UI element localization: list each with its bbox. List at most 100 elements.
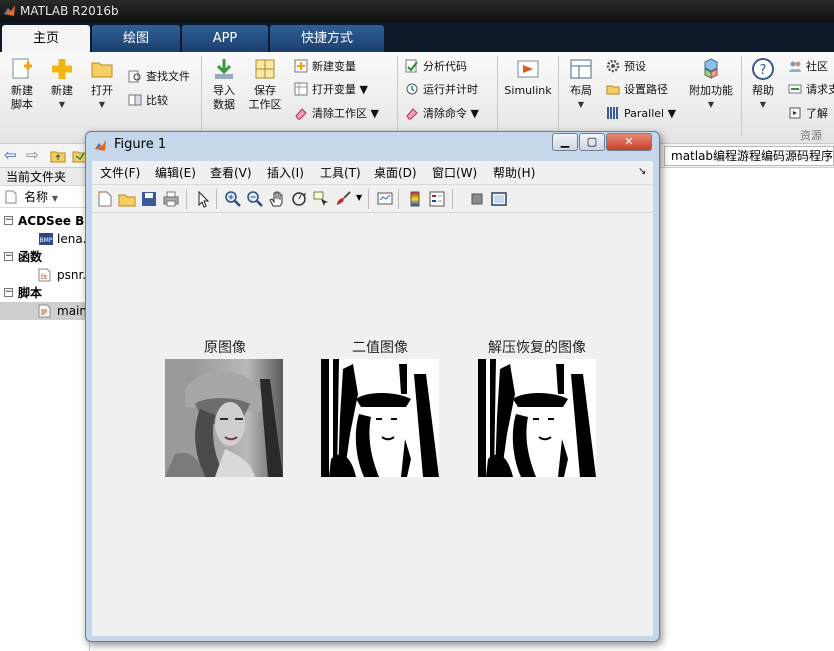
bmp-file-icon: BMP <box>39 233 53 245</box>
pan-hand-icon[interactable] <box>268 190 286 208</box>
tree-group-scripts[interactable]: − 脚本 <box>0 284 89 302</box>
zoom-in-icon[interactable] <box>224 190 242 208</box>
compare-icon <box>128 94 142 106</box>
maximize-icon: ▢ <box>586 135 598 148</box>
open-button[interactable]: 打开 ▼ <box>84 56 120 112</box>
tree-group-bmp[interactable]: − ACDSee BMP <box>0 212 105 230</box>
rotate-3d-icon[interactable] <box>290 190 308 208</box>
new-button[interactable]: 新建 ▼ <box>44 56 80 112</box>
eraser-icon <box>295 108 307 120</box>
script-file-icon <box>38 304 51 318</box>
menu-desktop[interactable]: 桌面(D) <box>374 161 417 185</box>
preferences-button[interactable]: 预设 <box>606 58 646 76</box>
clear-workspace-button[interactable]: 清除工作区 ▼ <box>294 105 379 123</box>
request-support-button[interactable]: 请求支 <box>788 81 834 99</box>
new-variable-label: 新建变量 <box>312 60 356 73</box>
collapse-toggle-icon[interactable]: − <box>4 252 13 261</box>
show-plot-tools-icon[interactable] <box>490 190 508 208</box>
layout-button[interactable]: 布局 ▼ <box>564 56 598 112</box>
hide-plot-tools-icon[interactable] <box>468 190 486 208</box>
new-script-button[interactable]: 新建 脚本 <box>4 56 40 112</box>
new-figure-icon[interactable] <box>96 190 114 208</box>
menu-window[interactable]: 窗口(W) <box>432 161 477 185</box>
addons-button[interactable]: 附加功能 ▼ <box>686 56 736 112</box>
help-button[interactable]: ? 帮助 ▼ <box>746 56 780 112</box>
parallel-icon <box>607 107 618 119</box>
tree-group-functions[interactable]: − 函数 <box>0 248 89 266</box>
menu-tools[interactable]: 工具(T) <box>320 161 361 185</box>
collapse-toggle-icon[interactable]: − <box>4 216 13 225</box>
run-and-time-icon <box>406 83 418 95</box>
resources-group-label: 资源 <box>800 129 822 142</box>
close-button[interactable]: ✕ <box>606 133 652 151</box>
find-files-label: 查找文件 <box>146 70 190 83</box>
help-label: 帮助 <box>752 84 774 97</box>
tree-item-main[interactable]: main.m <box>0 302 103 320</box>
open-variable-icon <box>294 82 308 96</box>
community-icon <box>789 61 801 72</box>
link-plot-icon[interactable] <box>376 190 394 208</box>
community-button[interactable]: 社区 <box>788 58 828 76</box>
close-icon: ✕ <box>624 135 634 148</box>
run-and-time-button[interactable]: 运行并计时 <box>405 81 478 99</box>
parallel-button[interactable]: Parallel ▼ <box>606 105 676 123</box>
layout-icon <box>570 59 592 79</box>
tab-apps[interactable]: APP <box>182 25 268 52</box>
subplot-title: 二值图像 <box>352 340 408 356</box>
folder-open-icon <box>91 62 113 78</box>
save-icon[interactable] <box>140 190 158 208</box>
tree-item-lena[interactable]: BMP lena.bmp <box>0 230 113 248</box>
simulink-button[interactable]: Simulink <box>502 56 554 98</box>
clear-commands-label: 清除命令 <box>423 107 467 120</box>
current-path-field[interactable]: matlab编程游程编码源码程序 <box>664 146 834 166</box>
menu-edit[interactable]: 编辑(E) <box>155 161 196 185</box>
pointer-icon[interactable] <box>194 190 212 208</box>
find-files-button[interactable]: 查找文件 <box>128 68 190 86</box>
set-path-label: 设置路径 <box>624 83 668 96</box>
colorbar-icon[interactable] <box>406 190 424 208</box>
tab-plots[interactable]: 绘图 <box>92 25 180 52</box>
eraser-icon <box>406 108 418 120</box>
compare-button[interactable]: 比较 <box>128 92 168 110</box>
set-path-button[interactable]: 设置路径 <box>606 81 668 99</box>
open-file-icon[interactable] <box>118 190 136 208</box>
tab-shortcuts[interactable]: 快捷方式 <box>270 25 384 52</box>
forward-arrow-icon[interactable]: ⇨ <box>26 146 39 164</box>
tab-home[interactable]: 主页 <box>2 25 90 52</box>
help-icon: ? <box>752 58 774 80</box>
back-arrow-icon[interactable]: ⇦ <box>4 146 17 164</box>
name-column-header[interactable]: 名称 ▼ <box>0 186 89 208</box>
maximize-button[interactable]: ▢ <box>579 133 605 151</box>
import-data-button[interactable]: 导入 数据 <box>206 56 242 112</box>
print-icon[interactable] <box>162 190 180 208</box>
menu-view[interactable]: 查看(V) <box>210 161 252 185</box>
dock-arrow-icon[interactable]: ↘ <box>638 166 646 177</box>
menu-file[interactable]: 文件(F) <box>100 161 140 185</box>
collapse-toggle-icon[interactable]: − <box>4 288 13 297</box>
import-data-label: 导入 数据 <box>213 84 235 111</box>
up-folder-icon[interactable] <box>50 148 66 164</box>
new-variable-button[interactable]: 新建变量 <box>294 58 356 76</box>
chevron-down-icon: ▼ <box>58 100 66 109</box>
parallel-label: Parallel <box>624 107 665 120</box>
current-folder-header: 当前文件夹 <box>0 168 89 186</box>
zoom-out-icon[interactable] <box>246 190 264 208</box>
current-folder-panel: 当前文件夹 名称 ▼ − ACDSee BMP BMP lena.bmp − 函… <box>0 168 113 651</box>
menu-help[interactable]: 帮助(H) <box>493 161 535 185</box>
preferences-label: 预设 <box>624 60 646 73</box>
analyze-code-button[interactable]: 分析代码 <box>405 58 467 76</box>
brush-icon[interactable] <box>334 190 352 208</box>
open-variable-button[interactable]: 打开变量 ▼ <box>294 81 368 99</box>
learn-button[interactable]: 了解 <box>788 105 828 123</box>
clear-commands-button[interactable]: 清除命令 ▼ <box>405 105 479 123</box>
chevron-down-icon: ▼ <box>577 100 585 109</box>
support-icon <box>788 84 802 94</box>
chevron-down-icon[interactable]: ▼ <box>356 193 362 202</box>
tree-item-psnr[interactable]: fx psnr.m <box>0 266 98 284</box>
minimize-button[interactable]: ▁ <box>552 133 578 151</box>
addons-label: 附加功能 <box>689 84 733 97</box>
legend-icon[interactable] <box>428 190 446 208</box>
data-cursor-icon[interactable] <box>312 190 330 208</box>
menu-insert[interactable]: 插入(I) <box>267 161 304 185</box>
save-workspace-button[interactable]: 保存 工作区 <box>246 56 284 112</box>
